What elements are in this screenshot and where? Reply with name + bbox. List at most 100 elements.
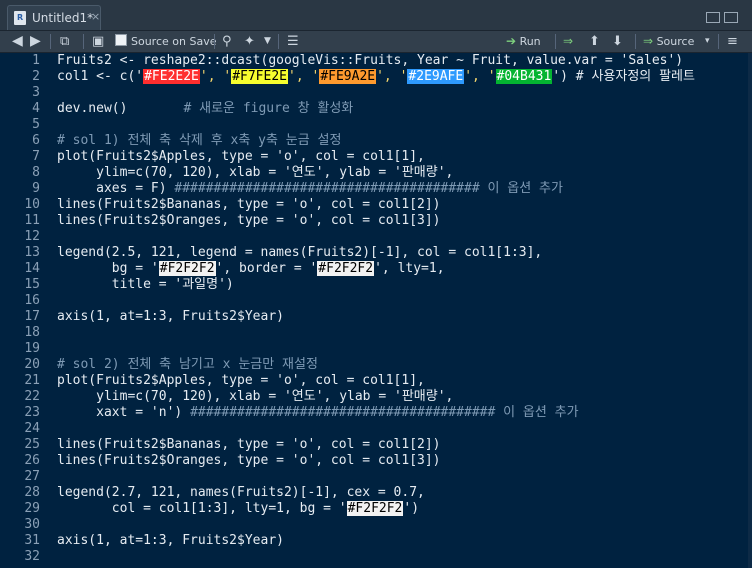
code-text: axes = F) xyxy=(57,181,175,196)
code-line-31[interactable]: axis(1, at=1:3, Fruits2$Year) xyxy=(57,533,284,549)
source-dropdown-icon[interactable]: ▾ xyxy=(705,33,710,50)
code-line-6[interactable]: # sol 1) 전체 축 삭제 후 x축 y축 눈금 설정 xyxy=(57,133,341,149)
code-line-11[interactable]: lines(Fruits2$Oranges, type = 'o', col =… xyxy=(57,213,441,229)
line-number: 5 xyxy=(32,117,40,132)
line-number: 10 xyxy=(24,197,40,212)
code-line-21[interactable]: plot(Fruits2$Apples, type = 'o', col = c… xyxy=(57,373,425,389)
source-on-save-checkbox[interactable]: Source on Save xyxy=(115,33,216,50)
code-text: ', ' xyxy=(464,69,496,84)
line-number: 24 xyxy=(24,421,40,436)
arrow-up-icon[interactable]: ⬆ xyxy=(589,33,600,50)
line-number: 28 xyxy=(24,485,40,500)
code-line-15[interactable]: title = '과일명') xyxy=(57,277,234,293)
editor-toolbar: ◀ ▶ ⧉ ▣ Source on Save ⚲ ✦ ▼ ☰ ➔ Run ⇒ ⬆… xyxy=(0,31,752,53)
line-number: 18 xyxy=(24,325,40,340)
show-in-window-icon[interactable]: ⧉ xyxy=(60,33,69,50)
line-number: 13 xyxy=(24,245,40,260)
code-line-22[interactable]: ylim=c(70, 120), xlab = '연도', ylab = '판매… xyxy=(57,389,453,405)
code-text: bg = ' xyxy=(57,261,159,276)
run-button[interactable]: ➔ Run xyxy=(506,33,541,50)
forward-arrow-icon[interactable]: ▶ xyxy=(30,33,41,50)
code-line-1[interactable]: Fruits2 <- reshape2::dcast(googleVis::Fr… xyxy=(57,53,683,69)
toolbar-divider xyxy=(555,34,556,49)
code-line-14[interactable]: bg = '#F2F2F2', border = '#F2F2F2', lty=… xyxy=(57,261,445,277)
line-number: 20 xyxy=(24,357,40,372)
line-number: 3 xyxy=(32,85,40,100)
back-arrow-icon[interactable]: ◀ xyxy=(12,33,23,50)
color-swatch: #04B431 xyxy=(495,69,553,84)
menu-lines-icon[interactable]: ≡ xyxy=(727,33,738,50)
r-script-icon xyxy=(14,11,26,25)
code-line-26[interactable]: lines(Fruits2$Oranges, type = 'o', col =… xyxy=(57,453,441,469)
code-text: ', ' xyxy=(288,69,320,84)
line-number: 21 xyxy=(24,373,40,388)
minimize-pane-icon[interactable] xyxy=(706,12,720,23)
color-swatch: #F2F2F2 xyxy=(158,261,216,276)
line-number: 12 xyxy=(24,229,40,244)
code-text: ') # 사용자정의 팔레트 xyxy=(552,69,695,84)
line-number: 1 xyxy=(32,53,40,68)
line-number: 7 xyxy=(32,149,40,164)
chevron-down-icon[interactable]: ▼ xyxy=(264,33,271,50)
code-text: ', lty=1, xyxy=(374,261,445,276)
toolbar-divider xyxy=(278,34,279,49)
tab-untitled1[interactable]: Untitled1* × xyxy=(7,5,101,30)
source-arrow-icon: ⇒ xyxy=(643,34,654,48)
color-swatch: #FE9A2E xyxy=(319,69,377,84)
close-icon[interactable]: × xyxy=(91,10,100,23)
code-text: ') xyxy=(403,501,420,516)
magic-wand-icon[interactable]: ✦ xyxy=(244,33,255,50)
code-text: ', ' xyxy=(199,69,232,84)
code-line-4[interactable]: dev.new() # 새로운 figure 창 활성화 xyxy=(57,101,353,117)
line-number: 9 xyxy=(32,181,40,196)
code-comment: # 새로운 figure 창 활성화 xyxy=(183,101,354,116)
code-line-7[interactable]: plot(Fruits2$Apples, type = 'o', col = c… xyxy=(57,149,425,165)
code-line-10[interactable]: lines(Fruits2$Bananas, type = 'o', col =… xyxy=(57,197,441,213)
run-label: Run xyxy=(519,35,541,48)
color-swatch: #2E9AFE xyxy=(407,69,465,84)
maximize-pane-icon[interactable] xyxy=(724,12,738,23)
source-on-save-label: Source on Save xyxy=(131,35,217,48)
save-icon[interactable]: ▣ xyxy=(92,33,104,50)
color-swatch: #F2F2F2 xyxy=(346,501,404,516)
line-number: 17 xyxy=(24,309,40,324)
line-number: 22 xyxy=(24,389,40,404)
code-line-20[interactable]: # sol 2) 전체 축 남기고 x 눈금만 재설정 xyxy=(57,357,318,373)
tab-label: Untitled1* xyxy=(32,11,94,25)
toolbar-divider xyxy=(83,34,84,49)
checkbox-icon[interactable] xyxy=(115,34,127,46)
code-line-8[interactable]: ylim=c(70, 120), xlab = '연도', ylab = '판매… xyxy=(57,165,453,181)
code-line-2[interactable]: col1 <- c('#FE2E2E', '#F7FE2E', '#FE9A2E… xyxy=(57,69,695,85)
color-swatch: #FE2E2E xyxy=(143,69,200,84)
code-line-25[interactable]: lines(Fruits2$Bananas, type = 'o', col =… xyxy=(57,437,441,453)
code-line-9[interactable]: axes = F) ##############################… xyxy=(57,181,563,197)
code-comment: ####################################### … xyxy=(190,405,579,420)
line-number: 8 xyxy=(32,165,40,180)
line-number: 23 xyxy=(24,405,40,420)
line-number: 26 xyxy=(24,453,40,468)
code-line-17[interactable]: axis(1, at=1:3, Fruits2$Year) xyxy=(57,309,284,325)
code-line-28[interactable]: legend(2.7, 121, names(Fruits2)[-1], cex… xyxy=(57,485,425,501)
source-button[interactable]: ⇒ Source xyxy=(643,33,694,50)
code-text: col = col1[1:3], lty=1, bg = ' xyxy=(57,501,347,516)
search-icon[interactable]: ⚲ xyxy=(222,33,232,50)
code-text: ', border = ' xyxy=(215,261,318,276)
code-line-29[interactable]: col = col1[1:3], lty=1, bg = '#F2F2F2') xyxy=(57,501,419,517)
line-number: 11 xyxy=(24,213,40,228)
vertical-scrollbar[interactable] xyxy=(748,53,752,568)
line-number: 29 xyxy=(24,501,40,516)
line-number: 30 xyxy=(24,517,40,532)
code-line-13[interactable]: legend(2.5, 121, legend = names(Fruits2)… xyxy=(57,245,542,261)
line-number: 27 xyxy=(24,469,40,484)
line-number: 16 xyxy=(24,293,40,308)
arrow-down-icon[interactable]: ⬇ xyxy=(612,33,623,50)
code-editor[interactable]: 1 2 3 4 5 6 7 8 9 10 11 12 13 14 15 16 17 18 19 20 21 22 23 24 2… xyxy=(0,53,752,568)
code-line-23[interactable]: xaxt = 'n') ############################… xyxy=(57,405,579,421)
run-arrow-icon: ➔ xyxy=(506,34,517,48)
rerun-icon[interactable]: ⇒ xyxy=(563,33,573,50)
document-outline-icon[interactable]: ☰ xyxy=(287,33,299,50)
line-number: 4 xyxy=(32,101,40,116)
line-number: 31 xyxy=(24,533,40,548)
color-swatch: #F2F2F2 xyxy=(317,261,375,276)
line-number: 6 xyxy=(32,133,40,148)
